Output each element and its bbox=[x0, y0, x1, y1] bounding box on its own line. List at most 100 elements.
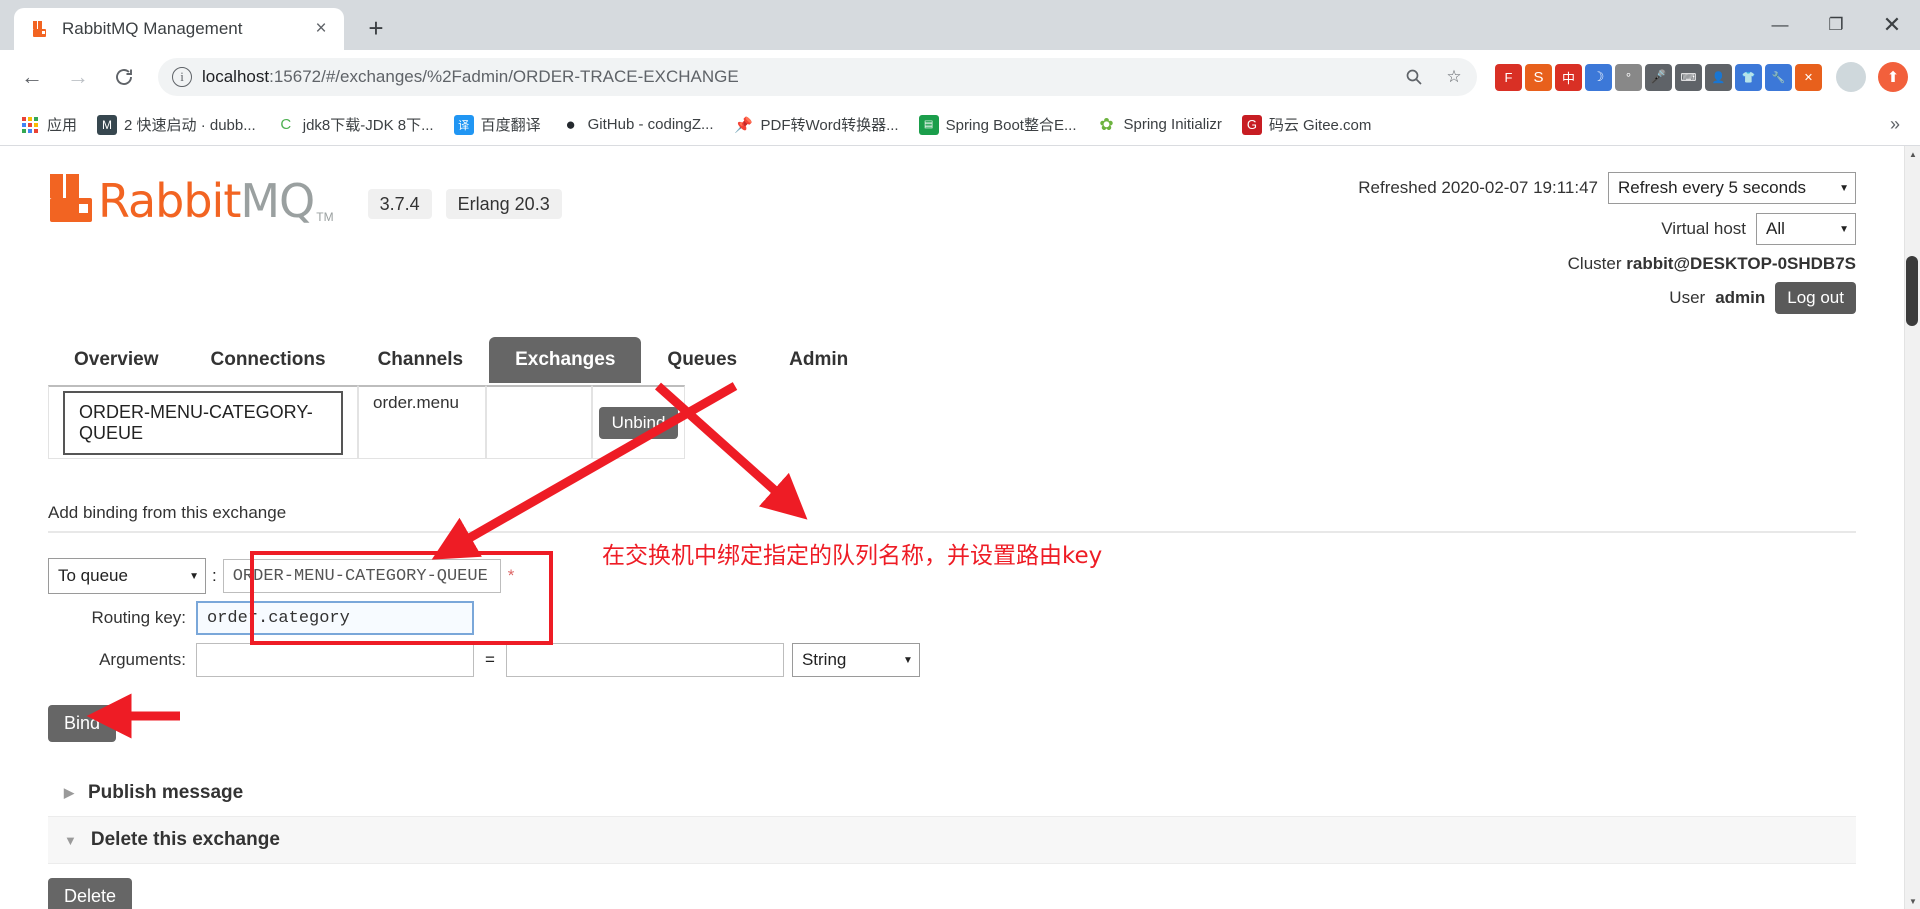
address-bar[interactable]: i localhost:15672/#/exchanges/%2Fadmin/O… bbox=[158, 58, 1477, 96]
ime-moon-icon[interactable]: ☽ bbox=[1585, 63, 1612, 91]
logout-button[interactable]: Log out bbox=[1775, 282, 1856, 315]
tab-queues[interactable]: Queues bbox=[641, 337, 763, 383]
user-label: User bbox=[1669, 288, 1706, 308]
ime-chinese-icon[interactable]: 中 bbox=[1555, 63, 1582, 91]
vhost-row: Virtual host All ▼ bbox=[1358, 213, 1856, 245]
ime-person-icon[interactable]: 👤 bbox=[1705, 63, 1732, 91]
bookmark-label: 2 快速启动 · dubb... bbox=[124, 117, 256, 134]
tab-overview[interactable]: Overview bbox=[48, 337, 185, 383]
bookmarks-bar: 应用 M 2 快速启动 · dubb... C jdk8下载-JDK 8下...… bbox=[0, 104, 1920, 146]
chevron-down-icon: ▼ bbox=[1839, 223, 1849, 235]
browser-window: RabbitMQ Management × + — ❐ ✕ ← → i loca… bbox=[0, 0, 1920, 909]
bookmark-springboot[interactable]: ▤ Spring Boot整合E... bbox=[911, 110, 1085, 139]
csdn-icon: C bbox=[275, 114, 296, 135]
url-host: localhost bbox=[202, 67, 270, 86]
destination-row: To queue ▼ : ORDER-MENU-CATEGORY-QUEUE * bbox=[48, 555, 1856, 597]
tab-exchanges[interactable]: Exchanges bbox=[489, 337, 642, 384]
delete-exchange-label: Delete this exchange bbox=[90, 829, 280, 851]
vhost-label: Virtual host bbox=[1661, 219, 1746, 238]
bookmark-jdk8[interactable]: C jdk8下载-JDK 8下... bbox=[268, 110, 442, 139]
publish-message-section[interactable]: ▶ Publish message bbox=[48, 770, 1856, 816]
ime-shirt-icon[interactable]: 👕 bbox=[1735, 63, 1762, 91]
maximize-button[interactable]: ❐ bbox=[1808, 0, 1864, 50]
zoom-icon[interactable] bbox=[1399, 62, 1429, 92]
bind-button[interactable]: Bind bbox=[48, 705, 117, 743]
bookmark-spring-initializr[interactable]: ✿ Spring Initializr bbox=[1089, 111, 1230, 139]
minimize-button[interactable]: — bbox=[1752, 0, 1808, 50]
bookmark-label: 应用 bbox=[47, 117, 78, 134]
tab-close-icon[interactable]: × bbox=[308, 16, 334, 42]
logo-trademark: TM bbox=[316, 210, 334, 224]
publish-message-label: Publish message bbox=[88, 782, 244, 804]
browser-tab[interactable]: RabbitMQ Management × bbox=[14, 8, 344, 50]
bookmark-star-icon[interactable]: ☆ bbox=[1439, 62, 1469, 92]
extension-tray: F S 中 ☽ ° 🎤 ⌨ 👤 👕 🔧 ✕ bbox=[1491, 63, 1822, 91]
bookmark-label: Spring Initializr bbox=[1123, 116, 1222, 133]
vhost-select[interactable]: All ▼ bbox=[1756, 213, 1856, 245]
chevron-down-icon: ▼ bbox=[189, 570, 199, 582]
translate-ext-icon[interactable]: F bbox=[1495, 63, 1522, 91]
bookmark-pdf2word[interactable]: 📌 PDF转Word转换器... bbox=[726, 110, 907, 139]
refresh-interval-select[interactable]: Refresh every 5 seconds ▼ bbox=[1608, 172, 1856, 204]
tab-connections[interactable]: Connections bbox=[185, 337, 352, 383]
scroll-down-icon[interactable]: ▼ bbox=[1905, 893, 1920, 909]
reload-icon[interactable] bbox=[104, 57, 144, 97]
bookmark-gitee[interactable]: G 码云 Gitee.com bbox=[1234, 110, 1380, 139]
window-controls: — ❐ ✕ bbox=[1752, 0, 1920, 50]
binding-target-select[interactable]: To queue ▼ bbox=[48, 558, 206, 595]
url-path: :15672/#/exchanges/%2Fadmin/ORDER-TRACE-… bbox=[269, 67, 739, 86]
argument-key-input[interactable] bbox=[196, 643, 474, 678]
chrome-menu-icon[interactable]: ⬆ bbox=[1878, 62, 1908, 92]
ime-close-icon[interactable]: ✕ bbox=[1795, 63, 1822, 91]
page-scrollbar[interactable]: ▲ ▼ bbox=[1904, 146, 1920, 909]
main-nav-tabs: Overview Connections Channels Exchanges … bbox=[48, 337, 1856, 384]
back-icon[interactable]: ← bbox=[12, 57, 52, 97]
brand-area: RabbitMQ TM 3.7.4 Erlang 20.3 bbox=[48, 172, 562, 224]
notebook-icon: M bbox=[97, 114, 118, 135]
chevron-down-icon: ▼ bbox=[903, 654, 913, 666]
routing-key-label: Routing key: bbox=[91, 608, 187, 628]
ime-mic-icon[interactable]: 🎤 bbox=[1645, 63, 1672, 91]
argument-value-input[interactable] bbox=[505, 643, 784, 678]
scrollbar-thumb[interactable] bbox=[1906, 256, 1918, 326]
argument-type-select[interactable]: String ▼ bbox=[791, 643, 920, 678]
bookmark-baidu-translate[interactable]: 译 百度翻译 bbox=[446, 110, 549, 139]
delete-button[interactable]: Delete bbox=[48, 878, 133, 909]
version-badge: 3.7.4 bbox=[367, 189, 432, 219]
site-info-icon[interactable]: i bbox=[172, 67, 192, 87]
rabbitmq-logo: RabbitMQ TM bbox=[48, 172, 334, 224]
routing-key-input[interactable]: order.category bbox=[196, 601, 474, 636]
sogou-ime-icon[interactable]: S bbox=[1525, 63, 1552, 91]
binding-queue-name[interactable]: ORDER-MENU-CATEGORY-QUEUE bbox=[63, 390, 343, 455]
tab-title: RabbitMQ Management bbox=[62, 19, 243, 38]
forward-icon[interactable]: → bbox=[58, 57, 98, 97]
profile-avatar[interactable] bbox=[1836, 62, 1866, 92]
ime-wrench-icon[interactable]: 🔧 bbox=[1765, 63, 1792, 91]
ime-emoji-icon[interactable]: ° bbox=[1615, 63, 1642, 91]
refresh-row: Refreshed 2020-02-07 19:11:47 Refresh ev… bbox=[1358, 172, 1856, 204]
cluster-label: Cluster bbox=[1567, 254, 1622, 273]
close-window-button[interactable]: ✕ bbox=[1864, 0, 1920, 50]
binding-routing-key-cell: order.menu bbox=[358, 385, 486, 460]
bookmarks-overflow-icon[interactable]: » bbox=[1882, 114, 1908, 135]
logo-text-rabbit: Rabbit bbox=[98, 174, 241, 228]
bookmark-label: Spring Boot整合E... bbox=[945, 117, 1077, 134]
destination-input[interactable]: ORDER-MENU-CATEGORY-QUEUE bbox=[222, 559, 501, 594]
tab-channels[interactable]: Channels bbox=[352, 337, 490, 383]
user-row: User admin Log out bbox=[1358, 282, 1856, 315]
new-tab-button[interactable]: + bbox=[358, 10, 394, 46]
erlang-badge: Erlang 20.3 bbox=[445, 189, 562, 219]
github-icon: ● bbox=[560, 114, 581, 135]
delete-exchange-section[interactable]: ▼ Delete this exchange bbox=[48, 816, 1856, 865]
tab-admin[interactable]: Admin bbox=[763, 337, 874, 383]
bookmark-label: 百度翻译 bbox=[480, 117, 541, 134]
ime-keyboard-icon[interactable]: ⌨ bbox=[1675, 63, 1702, 91]
arguments-equals: = bbox=[485, 650, 495, 670]
bookmark-apps[interactable]: 应用 bbox=[12, 110, 85, 139]
unbind-button[interactable]: Unbind bbox=[598, 406, 679, 439]
bookmark-github[interactable]: ● GitHub - codingZ... bbox=[553, 111, 722, 139]
bookmark-dubbo[interactable]: M 2 快速启动 · dubb... bbox=[89, 110, 264, 139]
bookmark-label: jdk8下载-JDK 8下... bbox=[302, 117, 434, 134]
scroll-up-icon[interactable]: ▲ bbox=[1905, 146, 1920, 162]
add-binding-form: To queue ▼ : ORDER-MENU-CATEGORY-QUEUE *… bbox=[48, 551, 1856, 743]
